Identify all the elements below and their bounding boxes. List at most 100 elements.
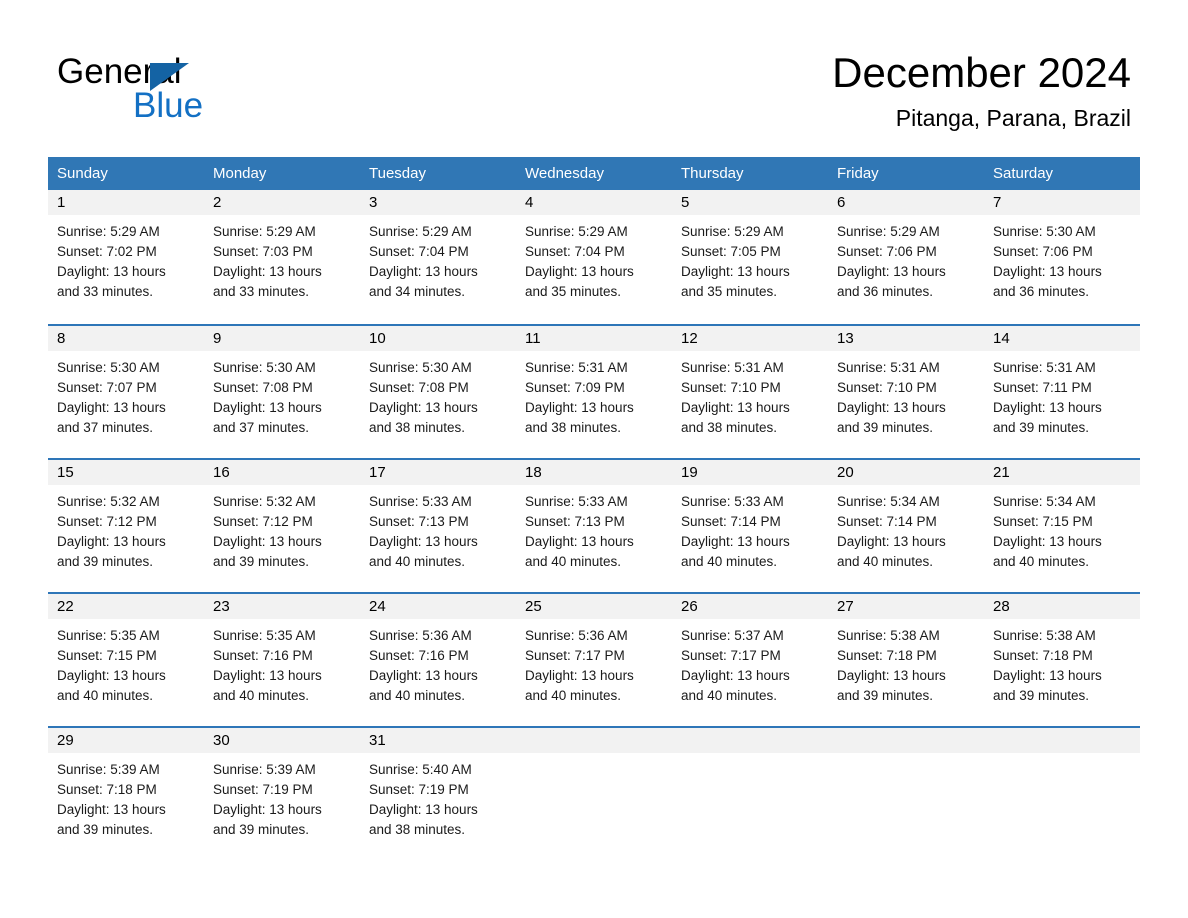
- day-number: [984, 728, 1140, 753]
- day-details: Sunrise: 5:33 AM Sunset: 7:14 PM Dayligh…: [672, 485, 828, 572]
- daylight-text-line1: Daylight: 13 hours: [57, 264, 166, 279]
- sunrise-text: Sunrise: 5:29 AM: [837, 224, 940, 239]
- day-cell[interactable]: 14 Sunrise: 5:31 AM Sunset: 7:11 PM Dayl…: [984, 326, 1140, 458]
- day-cell[interactable]: 8 Sunrise: 5:30 AM Sunset: 7:07 PM Dayli…: [48, 326, 204, 458]
- day-cell[interactable]: 27 Sunrise: 5:38 AM Sunset: 7:18 PM Dayl…: [828, 594, 984, 726]
- sunrise-text: Sunrise: 5:31 AM: [681, 360, 784, 375]
- sunset-text: Sunset: 7:04 PM: [369, 244, 469, 259]
- day-cell[interactable]: 3 Sunrise: 5:29 AM Sunset: 7:04 PM Dayli…: [360, 190, 516, 324]
- day-details: Sunrise: 5:36 AM Sunset: 7:17 PM Dayligh…: [516, 619, 672, 706]
- sunrise-text: Sunrise: 5:35 AM: [213, 628, 316, 643]
- day-number: 14: [984, 326, 1140, 351]
- day-number: 17: [360, 460, 516, 485]
- day-cell[interactable]: 7 Sunrise: 5:30 AM Sunset: 7:06 PM Dayli…: [984, 190, 1140, 324]
- day-details: Sunrise: 5:31 AM Sunset: 7:10 PM Dayligh…: [672, 351, 828, 438]
- day-number: 12: [672, 326, 828, 351]
- day-number: 20: [828, 460, 984, 485]
- sunrise-text: Sunrise: 5:29 AM: [57, 224, 160, 239]
- day-number: 30: [204, 728, 360, 753]
- daylight-text-line2: and 34 minutes.: [369, 284, 466, 299]
- daylight-text-line2: and 39 minutes.: [837, 420, 934, 435]
- day-details: Sunrise: 5:34 AM Sunset: 7:14 PM Dayligh…: [828, 485, 984, 572]
- sunset-text: Sunset: 7:10 PM: [681, 380, 781, 395]
- daylight-text-line1: Daylight: 13 hours: [681, 400, 790, 415]
- daylight-text-line2: and 38 minutes.: [525, 420, 622, 435]
- day-cell[interactable]: 1 Sunrise: 5:29 AM Sunset: 7:02 PM Dayli…: [48, 190, 204, 324]
- sunrise-text: Sunrise: 5:38 AM: [993, 628, 1096, 643]
- day-number: 6: [828, 190, 984, 215]
- day-cell[interactable]: 21 Sunrise: 5:34 AM Sunset: 7:15 PM Dayl…: [984, 460, 1140, 592]
- daylight-text-line2: and 40 minutes.: [681, 554, 778, 569]
- sunset-text: Sunset: 7:03 PM: [213, 244, 313, 259]
- day-cell[interactable]: 23 Sunrise: 5:35 AM Sunset: 7:16 PM Dayl…: [204, 594, 360, 726]
- day-details: Sunrise: 5:34 AM Sunset: 7:15 PM Dayligh…: [984, 485, 1140, 572]
- general-blue-logo[interactable]: General Blue: [57, 53, 357, 128]
- day-cell[interactable]: 19 Sunrise: 5:33 AM Sunset: 7:14 PM Dayl…: [672, 460, 828, 592]
- day-cell[interactable]: 24 Sunrise: 5:36 AM Sunset: 7:16 PM Dayl…: [360, 594, 516, 726]
- day-cell[interactable]: 17 Sunrise: 5:33 AM Sunset: 7:13 PM Dayl…: [360, 460, 516, 592]
- day-cell[interactable]: 25 Sunrise: 5:36 AM Sunset: 7:17 PM Dayl…: [516, 594, 672, 726]
- daylight-text-line1: Daylight: 13 hours: [369, 264, 478, 279]
- day-cell[interactable]: 15 Sunrise: 5:32 AM Sunset: 7:12 PM Dayl…: [48, 460, 204, 592]
- sunset-text: Sunset: 7:19 PM: [213, 782, 313, 797]
- daylight-text-line1: Daylight: 13 hours: [213, 802, 322, 817]
- sunrise-text: Sunrise: 5:38 AM: [837, 628, 940, 643]
- day-number: 15: [48, 460, 204, 485]
- day-cell[interactable]: 4 Sunrise: 5:29 AM Sunset: 7:04 PM Dayli…: [516, 190, 672, 324]
- sunrise-text: Sunrise: 5:37 AM: [681, 628, 784, 643]
- day-cell[interactable]: 30 Sunrise: 5:39 AM Sunset: 7:19 PM Dayl…: [204, 728, 360, 860]
- day-cell[interactable]: 6 Sunrise: 5:29 AM Sunset: 7:06 PM Dayli…: [828, 190, 984, 324]
- day-cell[interactable]: 28 Sunrise: 5:38 AM Sunset: 7:18 PM Dayl…: [984, 594, 1140, 726]
- weekday-header-saturday: Saturday: [993, 165, 1054, 182]
- day-cell[interactable]: 13 Sunrise: 5:31 AM Sunset: 7:10 PM Dayl…: [828, 326, 984, 458]
- day-cell[interactable]: 18 Sunrise: 5:33 AM Sunset: 7:13 PM Dayl…: [516, 460, 672, 592]
- daylight-text-line2: and 39 minutes.: [213, 554, 310, 569]
- logo-text-blue: Blue: [133, 86, 204, 125]
- daylight-text-line1: Daylight: 13 hours: [213, 264, 322, 279]
- day-details: Sunrise: 5:30 AM Sunset: 7:08 PM Dayligh…: [360, 351, 516, 438]
- title-block: December 2024 Pitanga, Parana, Brazil: [832, 48, 1131, 132]
- day-cell[interactable]: 12 Sunrise: 5:31 AM Sunset: 7:10 PM Dayl…: [672, 326, 828, 458]
- day-cell[interactable]: 20 Sunrise: 5:34 AM Sunset: 7:14 PM Dayl…: [828, 460, 984, 592]
- weekday-header-wednesday: Wednesday: [525, 165, 604, 182]
- weekday-header-thursday: Thursday: [681, 165, 744, 182]
- day-cell[interactable]: 31 Sunrise: 5:40 AM Sunset: 7:19 PM Dayl…: [360, 728, 516, 860]
- day-number: 9: [204, 326, 360, 351]
- sunset-text: Sunset: 7:14 PM: [681, 514, 781, 529]
- sunset-text: Sunset: 7:18 PM: [993, 648, 1093, 663]
- sunrise-text: Sunrise: 5:33 AM: [681, 494, 784, 509]
- sunset-text: Sunset: 7:15 PM: [993, 514, 1093, 529]
- day-cell[interactable]: 5 Sunrise: 5:29 AM Sunset: 7:05 PM Dayli…: [672, 190, 828, 324]
- day-details: Sunrise: 5:37 AM Sunset: 7:17 PM Dayligh…: [672, 619, 828, 706]
- sunrise-text: Sunrise: 5:34 AM: [837, 494, 940, 509]
- sunrise-text: Sunrise: 5:31 AM: [837, 360, 940, 375]
- sunset-text: Sunset: 7:12 PM: [57, 514, 157, 529]
- daylight-text-line2: and 39 minutes.: [57, 554, 154, 569]
- day-number: 26: [672, 594, 828, 619]
- day-details: Sunrise: 5:30 AM Sunset: 7:07 PM Dayligh…: [48, 351, 204, 438]
- day-number: 2: [204, 190, 360, 215]
- daylight-text-line1: Daylight: 13 hours: [837, 534, 946, 549]
- daylight-text-line1: Daylight: 13 hours: [369, 802, 478, 817]
- day-cell[interactable]: 9 Sunrise: 5:30 AM Sunset: 7:08 PM Dayli…: [204, 326, 360, 458]
- day-cell[interactable]: 2 Sunrise: 5:29 AM Sunset: 7:03 PM Dayli…: [204, 190, 360, 324]
- day-cell[interactable]: 16 Sunrise: 5:32 AM Sunset: 7:12 PM Dayl…: [204, 460, 360, 592]
- sunset-text: Sunset: 7:17 PM: [525, 648, 625, 663]
- sunrise-text: Sunrise: 5:33 AM: [369, 494, 472, 509]
- week-row: 1 Sunrise: 5:29 AM Sunset: 7:02 PM Dayli…: [48, 190, 1140, 324]
- day-cell[interactable]: 11 Sunrise: 5:31 AM Sunset: 7:09 PM Dayl…: [516, 326, 672, 458]
- weekday-header-friday: Friday: [837, 165, 879, 182]
- day-cell[interactable]: 10 Sunrise: 5:30 AM Sunset: 7:08 PM Dayl…: [360, 326, 516, 458]
- day-details: [672, 753, 828, 760]
- day-number: 16: [204, 460, 360, 485]
- day-number: 28: [984, 594, 1140, 619]
- day-cell[interactable]: 22 Sunrise: 5:35 AM Sunset: 7:15 PM Dayl…: [48, 594, 204, 726]
- day-cell[interactable]: 26 Sunrise: 5:37 AM Sunset: 7:17 PM Dayl…: [672, 594, 828, 726]
- daylight-text-line2: and 40 minutes.: [369, 554, 466, 569]
- day-details: Sunrise: 5:29 AM Sunset: 7:05 PM Dayligh…: [672, 215, 828, 302]
- daylight-text-line2: and 35 minutes.: [681, 284, 778, 299]
- day-number: 7: [984, 190, 1140, 215]
- sunset-text: Sunset: 7:14 PM: [837, 514, 937, 529]
- daylight-text-line1: Daylight: 13 hours: [57, 668, 166, 683]
- day-cell[interactable]: 29 Sunrise: 5:39 AM Sunset: 7:18 PM Dayl…: [48, 728, 204, 860]
